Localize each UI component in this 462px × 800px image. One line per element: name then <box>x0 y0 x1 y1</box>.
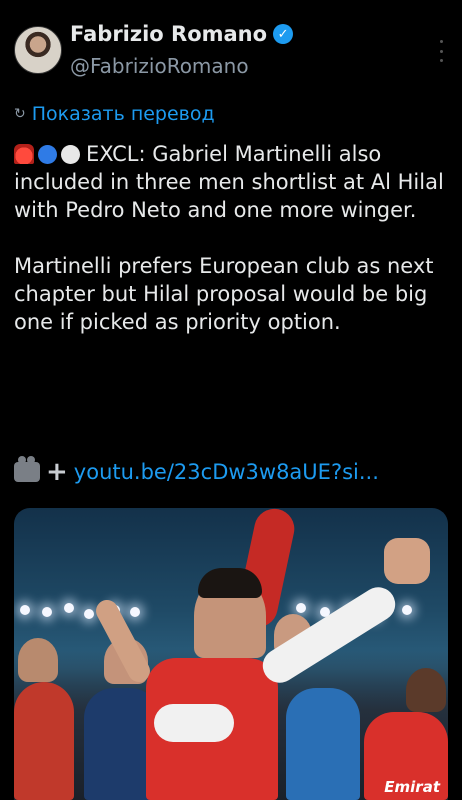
tweet-text: EXCL: Gabriel Martinelli also included i… <box>14 140 454 336</box>
translate-link[interactable]: ↻ Показать перевод <box>14 103 215 125</box>
youtube-link[interactable]: youtu.be/23cDw3w8aUE?si... <box>74 460 379 484</box>
player-shirt <box>286 688 360 800</box>
verified-badge-icon: ✓ <box>273 24 294 44</box>
player-shirt <box>14 682 74 800</box>
tweet-link-row: + youtu.be/23cDw3w8aUE?si... <box>14 456 379 487</box>
author-name-row: Fabrizio Romano ✓ <box>70 22 294 46</box>
tweet-text-line1: EXCL: Gabriel Martinelli <box>86 142 333 166</box>
main-player-hair <box>198 568 262 598</box>
tweet-media-photo[interactable]: Emirat <box>14 508 448 800</box>
translate-icon: ↻ <box>14 106 26 122</box>
shirt-sponsor-text: Emirat <box>384 778 440 796</box>
player-head <box>406 668 446 712</box>
author-avatar[interactable] <box>14 26 62 74</box>
player-head <box>18 638 58 682</box>
tweet-paragraph-1: EXCL: Gabriel Martinelli also included i… <box>14 140 454 224</box>
tweet-paragraph-2: Martinelli prefers European club as next… <box>14 254 434 334</box>
author-display-name[interactable]: Fabrizio Romano <box>70 22 267 46</box>
tweet-header: Fabrizio Romano ✓ @FabrizioRomano <box>14 22 448 82</box>
plus-icon: + <box>46 457 68 487</box>
siren-icon <box>14 144 34 164</box>
main-player-sleeve <box>154 704 234 742</box>
white-circle-icon <box>61 145 80 164</box>
video-camera-icon <box>14 456 40 482</box>
translate-label[interactable]: Показать перевод <box>32 103 215 125</box>
main-player-hand <box>384 538 430 584</box>
author-handle[interactable]: @FabrizioRomano <box>70 54 249 78</box>
more-options-icon[interactable] <box>438 40 444 62</box>
blue-circle-icon <box>38 145 57 164</box>
